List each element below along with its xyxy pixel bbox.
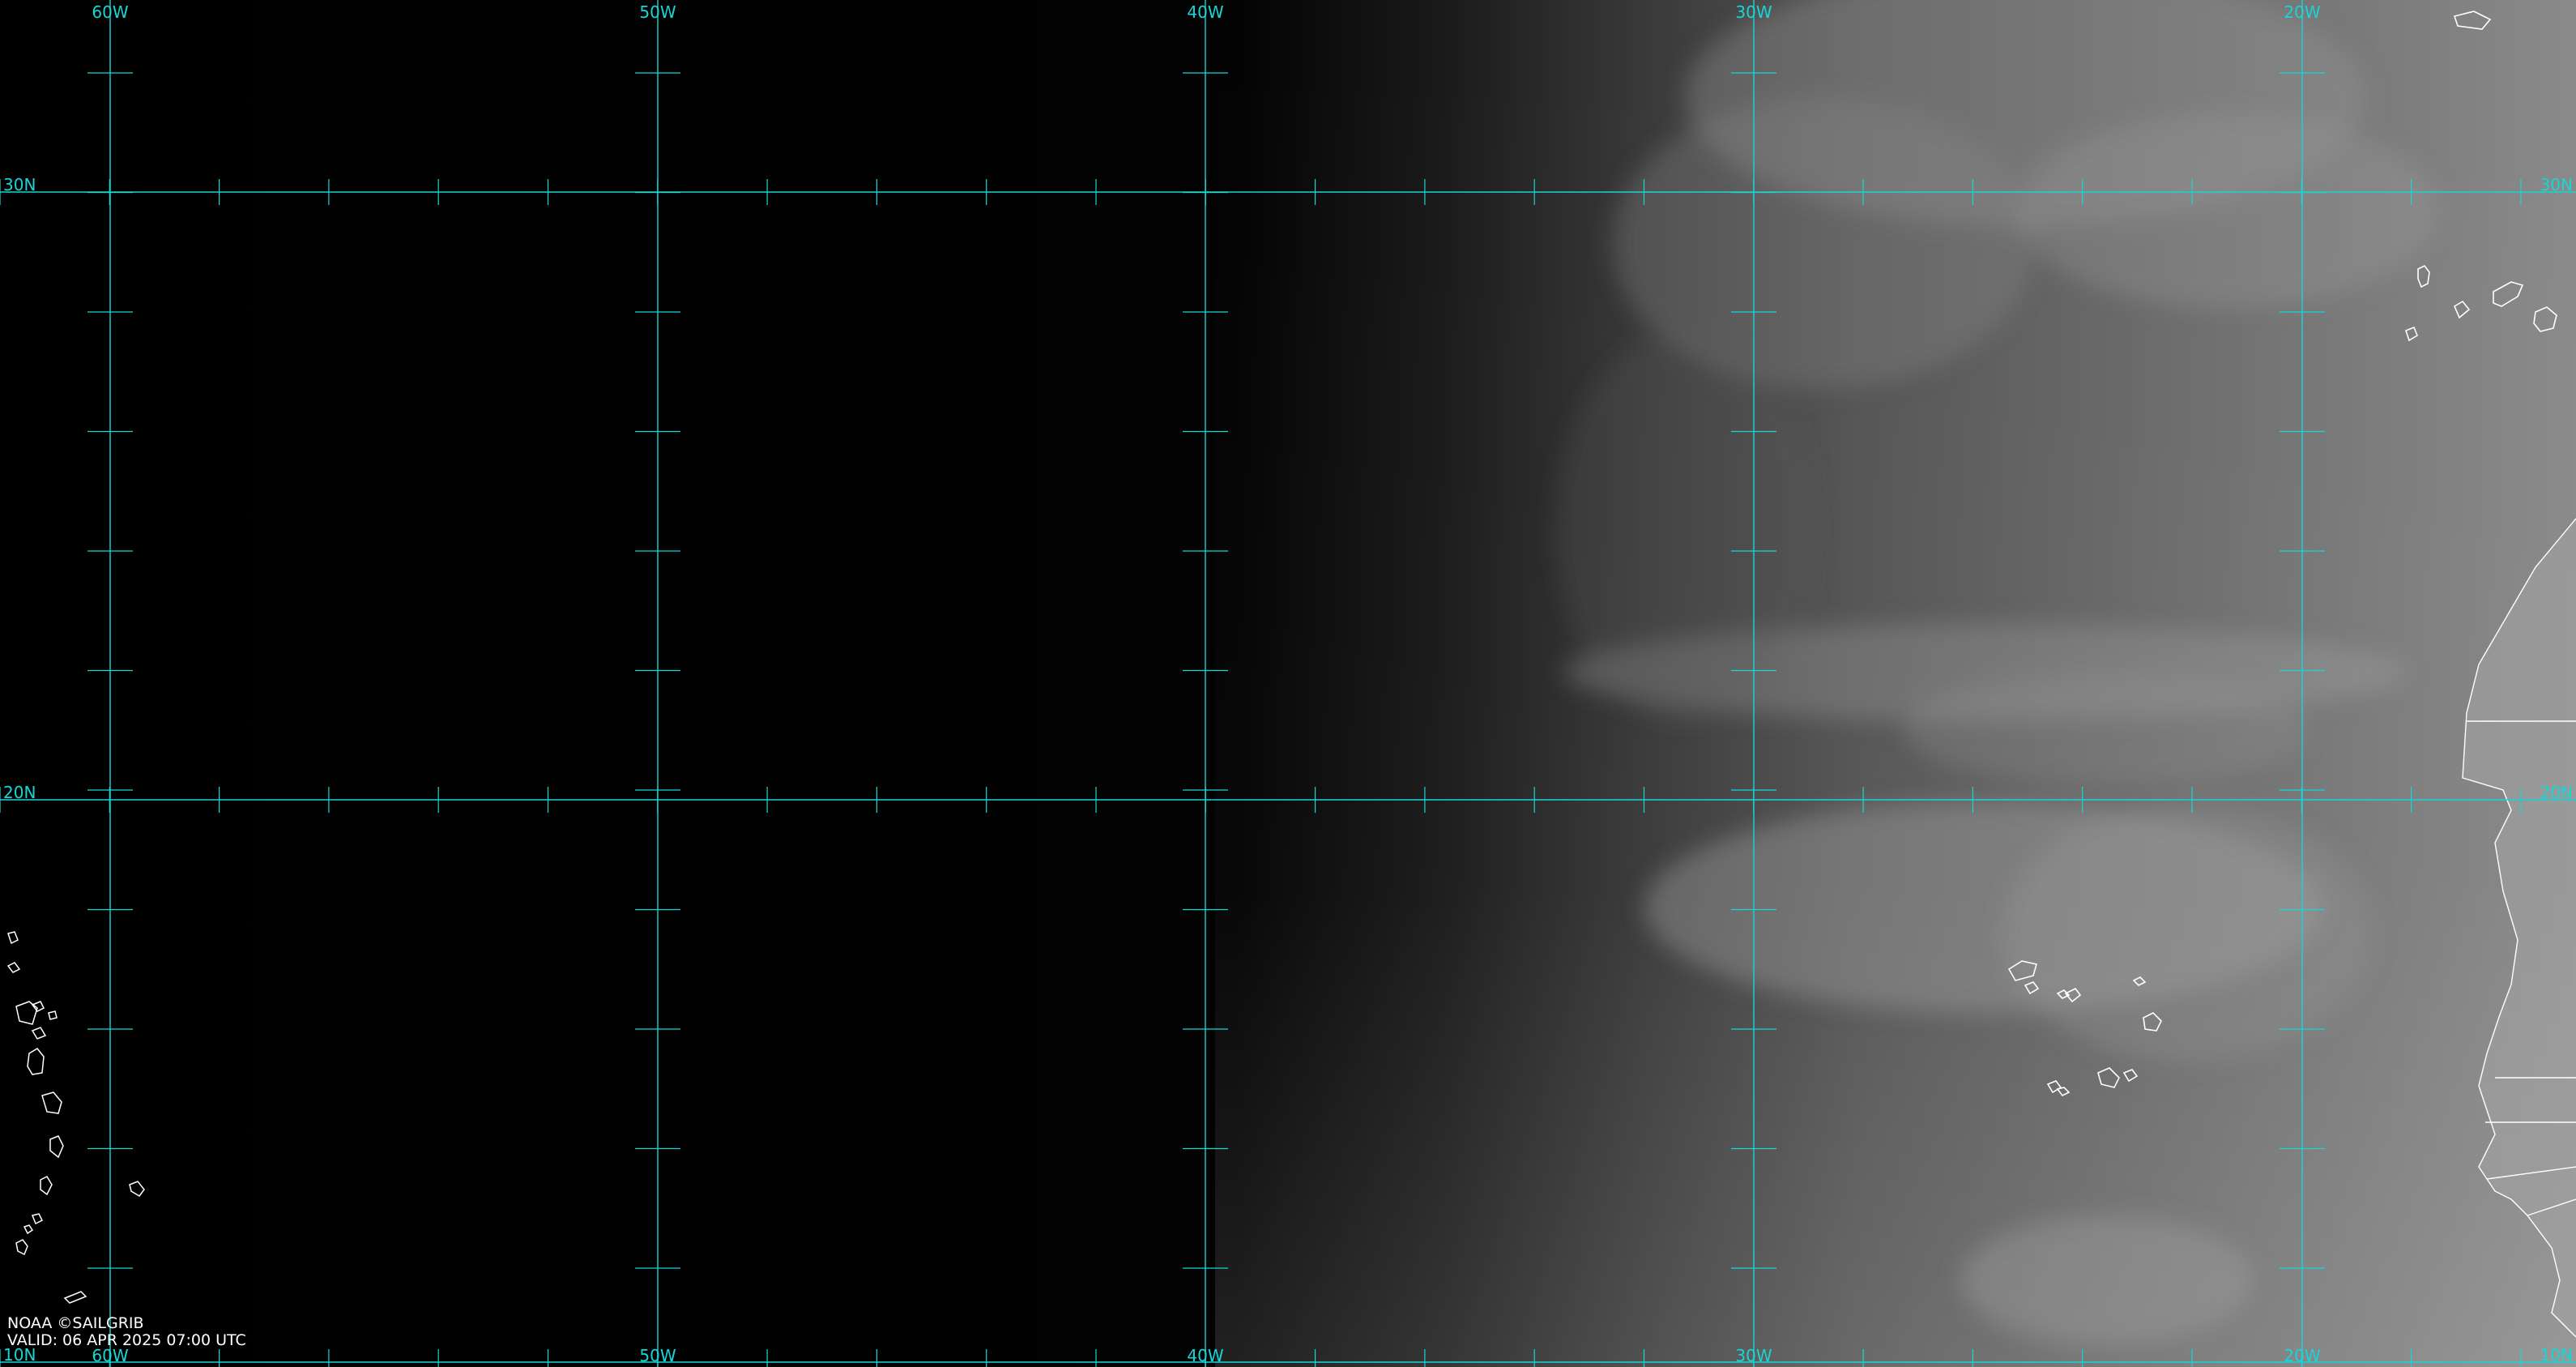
longitude-label-top: 50W [639,2,676,22]
latitude-label-right: 10N [2540,1345,2573,1365]
longitude-label-bottom: 30W [1735,1346,1772,1365]
longitude-label-bottom: 50W [639,1346,676,1365]
longitude-label-bottom: 20W [2284,1346,2320,1365]
latitude-label-right: 20N [2540,783,2573,802]
longitude-label-top: 20W [2284,2,2320,22]
valid-timestamp: VALID: 06 APR 2025 07:00 UTC [7,1331,246,1349]
longitude-label-top: 60W [92,2,128,22]
latitude-label-left: 20N [3,783,36,802]
latitude-label-left: 30N [3,175,36,194]
attribution-credit: NOAA ©SAILGRIB [7,1314,144,1332]
map-canvas: 60W60W50W50W40W40W30W30W20W20W30N 30N20N 2… [0,0,2576,1367]
longitude-label-bottom: 40W [1187,1346,1223,1365]
longitude-label-top: 40W [1187,2,1223,22]
satellite-map: 60W 60W 50W 50W 40W 40W 30W 30W 20W 20W 30N 30N 20N 2… [0,0,2576,1367]
longitude-label-top: 30W [1735,2,1772,22]
latitude-label-right: 30N [2540,175,2573,194]
